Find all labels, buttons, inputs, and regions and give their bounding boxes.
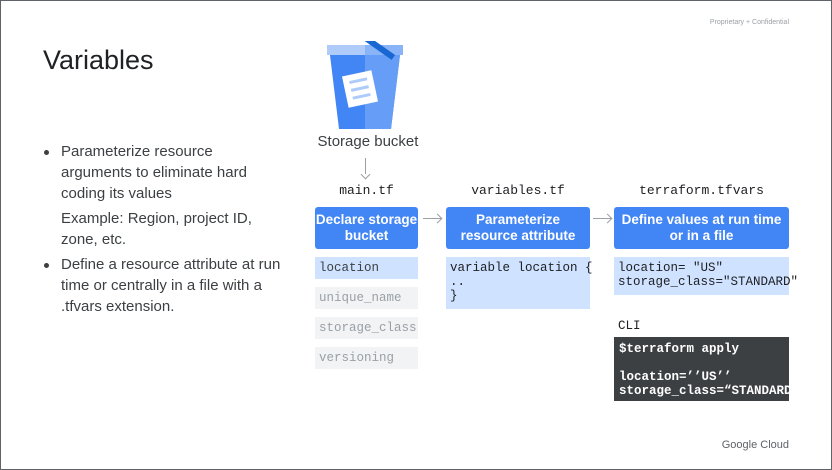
attribute-location: location [315, 257, 418, 279]
tfvars-code-block: location= "US" storage_class="STANDARD" [614, 257, 798, 295]
confidential-label: Proprietary + Confidential [709, 19, 789, 26]
right-arrow-icon [593, 218, 611, 219]
attribute-storage-class: storage_class [315, 317, 418, 339]
file-label-variables: variables.tf [471, 183, 565, 198]
bullet-dot-icon [44, 263, 49, 268]
bullet-example: Example: Region, project ID, zone, etc. [61, 210, 252, 248]
step-parameterize-label: Parameterize resource attribute [460, 212, 576, 243]
cli-code-block: $terraform apply location=’’US’’ storage… [614, 337, 799, 401]
bullet-text: Define a resource attribute at run time … [61, 256, 281, 315]
slide: Proprietary + Confidential Variables Par… [0, 0, 832, 470]
file-label-tfvars: terraform.tfvars [639, 183, 764, 198]
brand-logo: Google Cloud [721, 439, 789, 451]
page-title: Variables [43, 45, 154, 75]
cli-label: CLI [618, 319, 641, 333]
attribute-versioning: versioning [315, 347, 418, 369]
storage-bucket-icon [327, 41, 403, 129]
step-define: Define values at run time or in a file [614, 207, 789, 249]
file-label-main: main.tf [339, 183, 394, 198]
bullet-item: Parameterize resource arguments to elimi… [41, 141, 281, 250]
bullet-dot-icon [44, 150, 49, 155]
step-parameterize: Parameterize resource attribute [446, 207, 590, 249]
variables-code-block: variable location { .. } [446, 257, 593, 309]
step-declare: Declare storage bucket [315, 207, 418, 249]
down-arrow-icon [365, 158, 366, 174]
right-arrow-icon [423, 218, 441, 219]
bucket-caption: Storage bucket [317, 133, 419, 150]
step-declare-label: Declare storage bucket [315, 212, 418, 243]
bullet-item: Define a resource attribute at run time … [41, 254, 281, 317]
step-define-label: Define values at run time or in a file [621, 212, 782, 243]
bullet-text: Parameterize resource arguments to elimi… [61, 143, 247, 202]
attribute-unique-name: unique_name [315, 287, 418, 309]
bullet-list: Parameterize resource arguments to elimi… [41, 141, 281, 317]
